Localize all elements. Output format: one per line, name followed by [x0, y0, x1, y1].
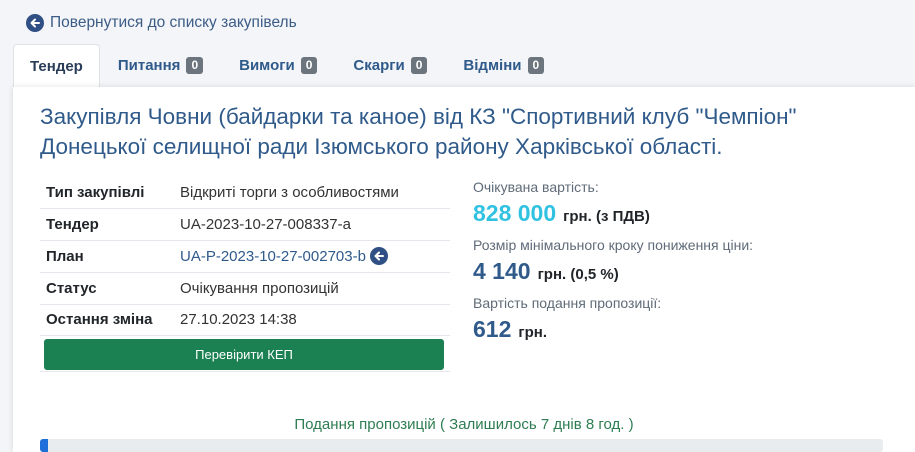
submission-fee-unit: грн. [518, 324, 548, 341]
info-row-status: Статус Очікування пропозицій [40, 272, 450, 305]
expected-value-amount: 828 000 [473, 200, 557, 226]
count-badge: 0 [527, 57, 545, 74]
tab-requirements[interactable]: Вимоги 0 [221, 44, 335, 87]
submission-progress-bar [40, 439, 883, 452]
tender-info-table: Тип закупівлі Відкриті торги з особливос… [40, 177, 450, 372]
info-row-plan: План UA-P-2023-10-27-002703-b [40, 240, 450, 273]
info-key: Тип закупівлі [40, 177, 180, 209]
info-row-type: Тип закупівлі Відкриті торги з особливос… [40, 177, 450, 209]
tab-questions[interactable]: Питання 0 [100, 44, 221, 87]
tab-cancellations[interactable]: Відміни 0 [445, 44, 562, 87]
tab-label: Вимоги [239, 57, 295, 74]
arrow-left-circle-icon [26, 14, 44, 32]
page-title: Закупівля Човни (байдарки та каное) від … [40, 104, 797, 159]
info-key: Статус [40, 272, 180, 305]
expected-value-unit: грн. (з ПДВ) [563, 208, 650, 225]
tab-complaints[interactable]: Скарги 0 [335, 44, 445, 87]
submission-fee-label: Вартість подання пропозиції: [473, 295, 662, 311]
price-summary: Очікувана вартість: 828 000 грн. (з ПДВ)… [473, 179, 893, 353]
last-change-value: 27.10.2023 14:38 [180, 304, 450, 336]
min-step-label: Розмір мінімального кроку пониження ціни… [473, 237, 754, 253]
info-value: Відкриті торги з особливостями [180, 177, 450, 209]
submission-status: Подання пропозицій ( Залишилось 7 днів 8… [294, 416, 634, 433]
info-key: План [40, 240, 180, 273]
expected-value-label: Очікувана вартість: [473, 179, 599, 195]
count-badge: 0 [300, 57, 318, 74]
min-step-amount: 4 140 [473, 258, 531, 284]
status-value: Очікування пропозицій [180, 272, 450, 305]
tab-label: Відміни [463, 57, 522, 74]
min-step-unit: грн. (0,5 %) [537, 266, 619, 283]
progress-fill [40, 439, 49, 452]
back-to-list-link[interactable]: Повернутися до списку закупівель [26, 14, 297, 32]
tender-panel: Закупівля Човни (байдарки та каное) від … [13, 87, 915, 452]
submission-fee-amount: 612 [473, 316, 512, 342]
tab-label: Тендер [30, 58, 83, 75]
tab-label: Скарги [353, 57, 405, 74]
verify-kep-button[interactable]: Перевірити КЕП [44, 339, 444, 370]
info-key: Тендер [40, 208, 180, 241]
tab-label: Питання [117, 57, 181, 74]
tab-tender[interactable]: Тендер [13, 44, 100, 88]
plan-link[interactable]: UA-P-2023-10-27-002703-b [180, 248, 366, 265]
kep-row: Перевірити КЕП [40, 335, 450, 372]
tab-bar: Тендер Питання 0 Вимоги 0 Скарги 0 Відмі… [13, 44, 915, 88]
info-row-tender: Тендер UA-2023-10-27-008337-a [40, 208, 450, 241]
count-badge: 0 [410, 57, 428, 74]
arrow-left-circle-icon[interactable] [369, 247, 388, 266]
tender-id: UA-2023-10-27-008337-a [180, 208, 450, 241]
back-link-label: Повернутися до списку закупівель [50, 14, 297, 31]
info-key: Остання зміна [40, 304, 180, 336]
info-row-last-change: Остання зміна 27.10.2023 14:38 [40, 304, 450, 336]
count-badge: 0 [186, 57, 204, 74]
